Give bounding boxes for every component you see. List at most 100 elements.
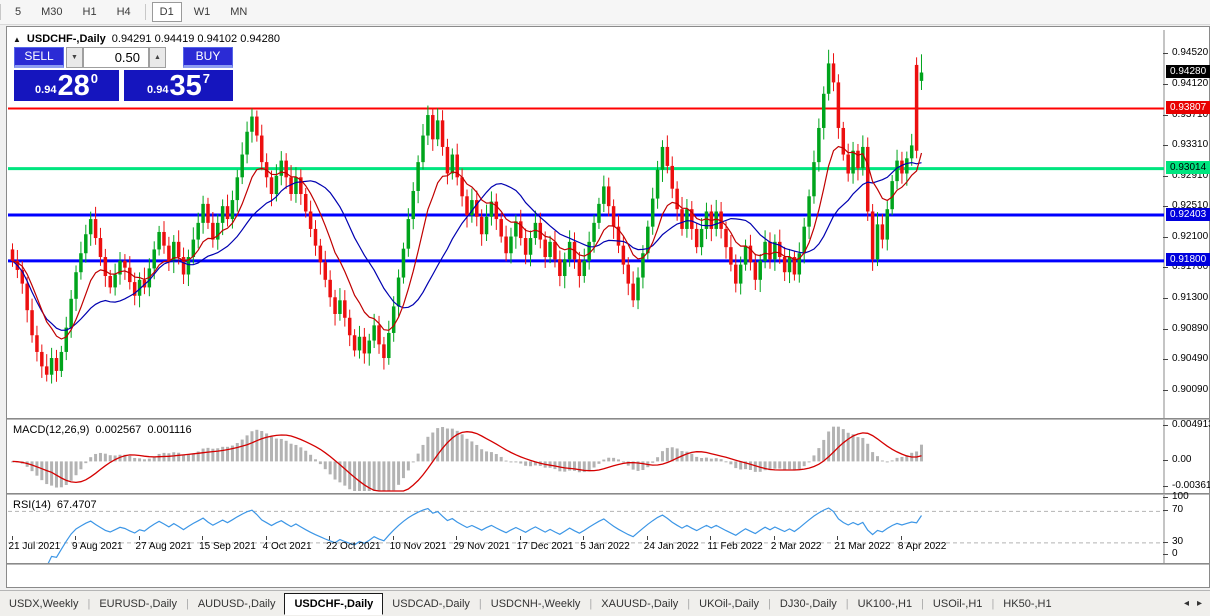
volume-input[interactable] xyxy=(83,47,149,68)
macd-header: MACD(12,26,9) 0.002567 0.001116 xyxy=(13,424,192,436)
sell-price-small: 0.94 xyxy=(35,84,57,96)
price-badge-093014: 0.93014 xyxy=(1166,161,1210,175)
volume-decrease-button[interactable]: ▼ xyxy=(66,47,83,68)
rsi-axis-tick xyxy=(1163,542,1168,543)
time-axis-label: 21 Mar 2022 xyxy=(834,541,891,552)
time-axis-label: 29 Nov 2021 xyxy=(453,541,510,552)
price-axis-tick xyxy=(1163,237,1168,239)
chart-title: ▲ USDCHF-,Daily 0.94291 0.94419 0.94102 … xyxy=(13,33,280,45)
time-axis-label: 17 Dec 2021 xyxy=(516,541,574,552)
price-axis-tick xyxy=(1163,145,1168,147)
price-badge-091800: 0.91800 xyxy=(1166,253,1210,267)
timeframe-toolbar: 5 M30 H1 H4 D1 W1 MN xyxy=(0,0,1210,25)
time-axis-label: 2 Mar 2022 xyxy=(770,541,822,552)
price-axis-label: 0.90490 xyxy=(1172,353,1209,365)
macd-label: MACD(12,26,9) xyxy=(13,424,90,436)
macd-axis-label: 0.004913 xyxy=(1172,419,1210,430)
tabs-nav: ◂ ▸ xyxy=(1184,598,1210,609)
time-axis-label: 11 Feb 2022 xyxy=(707,541,763,552)
price-axis-tick xyxy=(1163,359,1168,361)
time-axis-tick xyxy=(456,536,458,540)
buy-button[interactable]: BUY xyxy=(183,47,233,68)
time-axis-label: 4 Oct 2021 xyxy=(262,541,312,552)
timeframe-button-w1[interactable]: W1 xyxy=(186,2,219,22)
sell-price-big: 28 xyxy=(57,70,90,102)
time-axis-tick xyxy=(392,536,394,540)
timeframe-button-d1[interactable]: D1 xyxy=(151,2,182,22)
macd-signal-value: 0.001116 xyxy=(147,424,192,436)
volume-increase-button[interactable]: ▲ xyxy=(149,47,166,68)
timeframe-button-mn[interactable]: MN xyxy=(222,2,255,22)
time-axis-tick xyxy=(519,536,521,540)
timeframe-button-h4[interactable]: H4 xyxy=(109,2,139,22)
time-axis-label: 21 Jul 2021 xyxy=(8,541,61,552)
timeframe-button-m30[interactable]: M30 xyxy=(33,2,70,22)
price-axis-label: 0.90090 xyxy=(1172,383,1209,395)
sell-price-display[interactable]: 0.94 28 0 xyxy=(14,70,119,101)
time-axis-tick xyxy=(710,536,712,540)
rsi-axis-label: 70 xyxy=(1172,504,1184,515)
buy-price-sup: 7 xyxy=(202,71,210,86)
rsi-axis-label: 100 xyxy=(1172,491,1189,502)
chart-tab-audusd-daily[interactable]: AUDUSD-,Daily xyxy=(189,594,285,614)
price-badge-094280: 0.94280 xyxy=(1166,65,1210,79)
rsi-value: 67.4707 xyxy=(56,499,97,511)
sell-price-sup: 0 xyxy=(90,71,98,86)
time-axis-label: 22 Oct 2021 xyxy=(326,541,381,552)
time-axis-tick xyxy=(900,536,902,540)
chart-tab-usdcnh-weekly[interactable]: USDCNH-,Weekly xyxy=(482,594,590,614)
price-axis-tick xyxy=(1163,267,1168,269)
rsi-axis-tick xyxy=(1163,510,1168,511)
collapse-panel-icon[interactable]: ▲ xyxy=(13,35,21,44)
buy-price-small: 0.94 xyxy=(147,84,169,96)
rsi-header: RSI(14) 67.4707 xyxy=(13,499,97,511)
price-axis-label: 0.92100 xyxy=(1172,231,1209,243)
price-axis-label: 0.94120 xyxy=(1172,77,1209,89)
chart-tab-ukoil-daily[interactable]: UKOil-,Daily xyxy=(690,594,768,614)
macd-axis-label: 0.00 xyxy=(1172,454,1192,465)
timeframe-button-h1[interactable]: H1 xyxy=(75,2,105,22)
sell-button[interactable]: SELL xyxy=(14,47,64,68)
macd-axis-tick xyxy=(1163,460,1168,461)
time-axis-label: 9 Aug 2021 xyxy=(72,541,123,552)
price-axis-label: 0.91300 xyxy=(1172,291,1209,303)
price-axis-tick xyxy=(1163,114,1168,116)
macd-axis-tick xyxy=(1163,486,1168,487)
time-axis-label: 15 Sep 2021 xyxy=(199,541,256,552)
price-badge-093807: 0.93807 xyxy=(1166,100,1210,114)
rsi-indicator[interactable] xyxy=(8,495,1165,563)
chart-symbol-period: USDCHF-,Daily xyxy=(26,33,106,45)
price-axis-label: 0.93310 xyxy=(1172,139,1209,151)
chart-tab-usoil-h1[interactable]: USOil-,H1 xyxy=(924,594,992,614)
rsi-label: RSI(14) xyxy=(13,499,51,511)
timeframe-button-5[interactable]: 5 xyxy=(7,2,29,22)
rsi-axis-tick xyxy=(1163,554,1168,555)
buy-price-big: 35 xyxy=(169,70,202,102)
time-axis-tick xyxy=(646,536,648,540)
price-badge-092403: 0.92403 xyxy=(1166,207,1210,221)
tabs-scroll-right-icon[interactable]: ▸ xyxy=(1197,598,1202,609)
chart-tab-dj30-daily[interactable]: DJ30-,Daily xyxy=(771,594,846,614)
time-axis-label: 27 Aug 2021 xyxy=(135,541,192,552)
chart-ohlc-values: 0.94291 0.94419 0.94102 0.94280 xyxy=(111,33,280,45)
chart-tab-usdx-weekly[interactable]: USDX,Weekly xyxy=(0,594,87,614)
tabs-scroll-left-icon[interactable]: ◂ xyxy=(1184,598,1189,609)
macd-value: 0.002567 xyxy=(95,424,142,436)
time-axis-tick xyxy=(583,536,585,540)
macd-axis-label: -0.003614 xyxy=(1172,480,1210,491)
price-axis-tick xyxy=(1163,389,1168,391)
rsi-axis-label: 30 xyxy=(1172,536,1184,547)
rsi-axis-label: 0 xyxy=(1172,548,1178,559)
chart-tab-usdcad-daily[interactable]: USDCAD-,Daily xyxy=(383,594,479,614)
buy-price-display[interactable]: 0.94 35 7 xyxy=(124,70,233,101)
price-axis-tick xyxy=(1163,297,1168,299)
time-axis-tick xyxy=(837,536,839,540)
time-axis-tick xyxy=(11,536,13,540)
time-axis-tick xyxy=(265,536,267,540)
chart-tab-xauusd-daily[interactable]: XAUUSD-,Daily xyxy=(592,594,687,614)
chart-tab-eurusd-daily[interactable]: EURUSD-,Daily xyxy=(90,594,186,614)
chart-tab-hk50-h1[interactable]: HK50-,H1 xyxy=(994,594,1060,614)
chart-tab-usdchf-daily[interactable]: USDCHF-,Daily xyxy=(284,592,384,615)
time-axis-tick xyxy=(75,536,77,540)
chart-tab-uk100-h1[interactable]: UK100-,H1 xyxy=(849,594,921,614)
